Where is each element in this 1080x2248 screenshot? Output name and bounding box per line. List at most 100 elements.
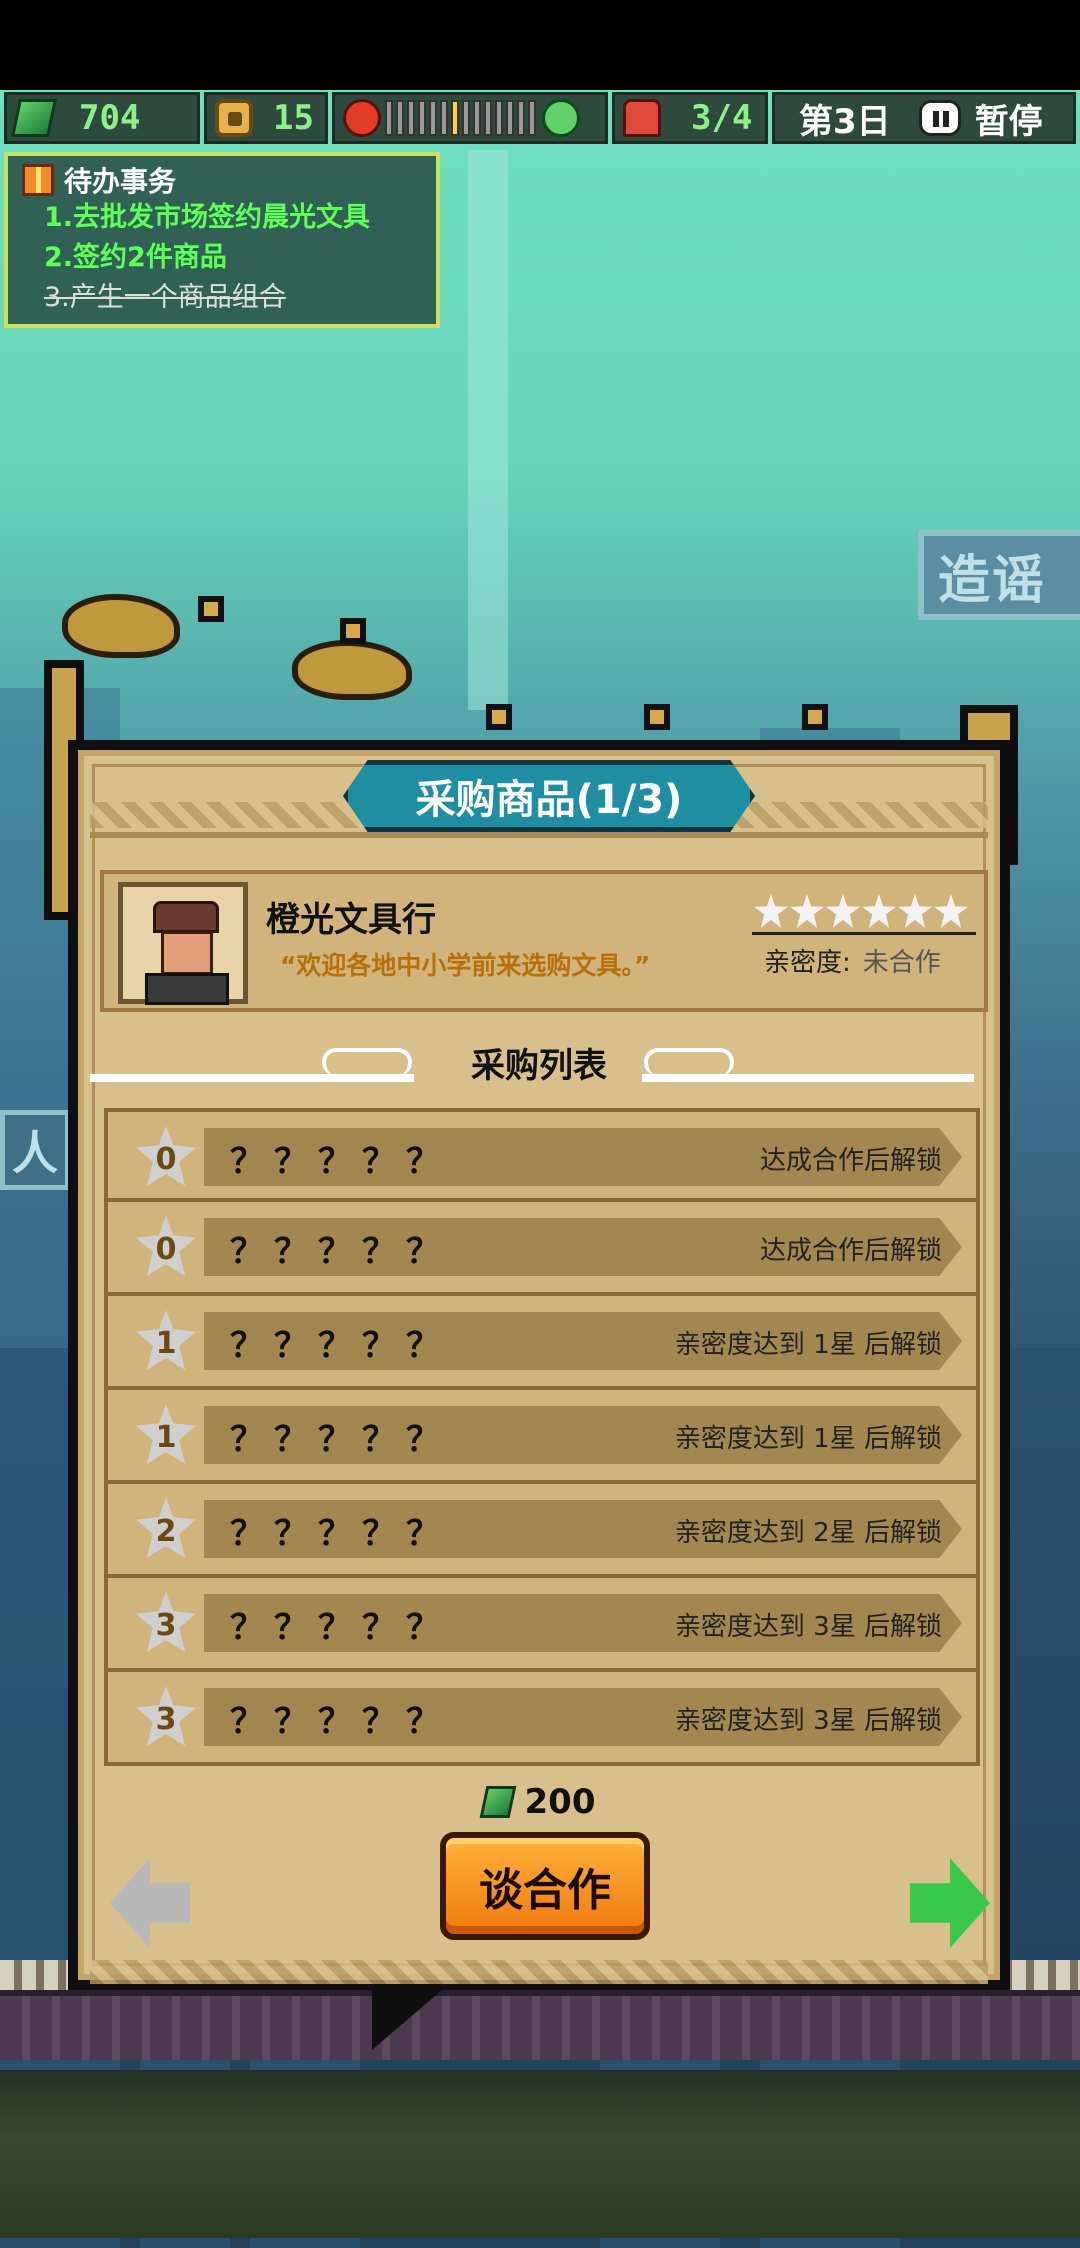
star-icon bbox=[934, 894, 968, 928]
staff-icon bbox=[623, 99, 661, 137]
item-name: ？？？？？ bbox=[230, 1232, 450, 1272]
unlock-condition: 达成合作后解锁 bbox=[759, 1236, 942, 1266]
unlock-condition: 达成合作后解锁 bbox=[759, 1146, 942, 1176]
unlock-condition: 亲密度达到 1星 后解锁 bbox=[674, 1330, 942, 1360]
item-name: ？？？？？ bbox=[230, 1702, 450, 1742]
star-icon bbox=[826, 894, 860, 928]
purchase-row[interactable]: 3 ？？？？？ 亲密度达到 3星 后解锁 bbox=[104, 1578, 980, 1672]
purchase-row[interactable]: 2 ？？？？？ 亲密度达到 2星 后解锁 bbox=[104, 1484, 980, 1578]
background-tower bbox=[468, 150, 508, 710]
vendor-portrait bbox=[118, 882, 248, 1005]
mood-segment bbox=[517, 100, 525, 136]
dialog-title: 采购商品(1/3) bbox=[343, 760, 755, 832]
day-label: 第3日 bbox=[799, 101, 891, 142]
list-title: 采购列表 bbox=[471, 1046, 607, 1086]
item-name: ？？？？？ bbox=[230, 1420, 450, 1460]
gift-icon bbox=[22, 164, 54, 196]
star-level-icon: 0 bbox=[136, 1126, 196, 1186]
ornament-ring bbox=[198, 596, 224, 622]
background-sign-left: 人 bbox=[0, 1110, 70, 1190]
mood-segment bbox=[462, 100, 470, 136]
ornament-ring bbox=[802, 704, 828, 730]
purchase-row[interactable]: 0 ？？？？？ 达成合作后解锁 bbox=[104, 1202, 980, 1296]
unlock-condition: 亲密度达到 1星 后解锁 bbox=[674, 1424, 942, 1454]
star-level-icon: 1 bbox=[136, 1310, 196, 1370]
money-value: 704 bbox=[79, 98, 141, 138]
item-name: ？？？？？ bbox=[230, 1142, 450, 1182]
decor-line bbox=[90, 832, 988, 838]
money-display: 704 bbox=[4, 92, 200, 144]
mood-segment bbox=[418, 100, 426, 136]
staff-count: 3/4 bbox=[691, 98, 753, 138]
todo-item-2: 2.签约2件商品 bbox=[44, 242, 227, 273]
coin-icon bbox=[215, 99, 253, 137]
ornament-ring bbox=[644, 704, 670, 730]
stars-underline bbox=[752, 932, 976, 935]
item-name: ？？？？？ bbox=[230, 1326, 450, 1366]
item-name: ？？？？？ bbox=[230, 1608, 450, 1648]
todo-item-3: 3.产生一个商品组合 bbox=[44, 282, 286, 313]
pause-button[interactable]: 暂停 bbox=[975, 94, 1043, 143]
negotiate-button[interactable]: 谈合作 bbox=[440, 1832, 650, 1940]
purchase-dialog: 采购商品(1/3) 橙光文具行 “欢迎各地中小学前来选购文具。” 亲密度: 未合作… bbox=[68, 740, 1010, 1990]
cash-icon bbox=[10, 99, 58, 137]
mood-segment bbox=[429, 100, 437, 136]
mood-segment bbox=[440, 100, 448, 136]
purchase-list: 0 ？？？？？ 达成合作后解锁 0 ？？？？？ 达成合作后解锁 1 ？？？？？ 亲密度达到 1星… bbox=[104, 1108, 980, 1766]
mood-segment bbox=[528, 100, 536, 136]
cash-icon bbox=[479, 1786, 516, 1818]
purchase-row[interactable]: 1 ？？？？？ 亲密度达到 1星 后解锁 bbox=[104, 1390, 980, 1484]
unlock-condition: 亲密度达到 3星 后解锁 bbox=[674, 1706, 942, 1736]
star-level-icon: 3 bbox=[136, 1686, 196, 1746]
angry-face-icon bbox=[343, 99, 381, 137]
happy-face-icon bbox=[542, 99, 580, 137]
mood-segment bbox=[484, 100, 492, 136]
coin-display: 15 bbox=[204, 92, 328, 144]
pause-icon[interactable] bbox=[918, 100, 961, 136]
mood-segment bbox=[473, 100, 481, 136]
todo-panel[interactable]: 待办事务 1.去批发市场签约晨光文具 2.签约2件商品 3.产生一个商品组合 bbox=[4, 152, 440, 328]
intimacy-value: 未合作 bbox=[862, 948, 941, 978]
staff-display: 3/4 bbox=[612, 92, 768, 144]
item-name: ？？？？？ bbox=[230, 1514, 450, 1554]
ornament-ring bbox=[340, 618, 366, 644]
next-arrow-button[interactable] bbox=[910, 1858, 990, 1948]
portrait-hat bbox=[153, 901, 219, 933]
vendor-name: 橙光文具行 bbox=[266, 900, 436, 940]
list-header: 采购列表 bbox=[78, 1038, 1000, 1088]
mood-segment bbox=[385, 100, 393, 136]
purchase-row[interactable]: 3 ？？？？？ 亲密度达到 3星 后解锁 bbox=[104, 1672, 980, 1766]
purchase-row[interactable]: 0 ？？？？？ 达成合作后解锁 bbox=[104, 1108, 980, 1202]
contract-price: 200 bbox=[78, 1782, 1000, 1822]
star-level-icon: 3 bbox=[136, 1592, 196, 1652]
prev-arrow-button[interactable] bbox=[110, 1858, 190, 1948]
purchase-row[interactable]: 1 ？？？？？ 亲密度达到 1星 后解锁 bbox=[104, 1296, 980, 1390]
vendor-card: 橙光文具行 “欢迎各地中小学前来选购文具。” 亲密度: 未合作 bbox=[100, 870, 988, 1012]
portrait-body bbox=[145, 973, 229, 1005]
water bbox=[0, 2070, 1080, 2238]
todo-item-1: 1.去批发市场签约晨光文具 bbox=[44, 202, 371, 233]
mood-segment bbox=[506, 100, 514, 136]
mood-segment bbox=[396, 100, 404, 136]
mood-segment bbox=[451, 100, 459, 136]
coin-value: 15 bbox=[273, 98, 314, 138]
mood-bar bbox=[385, 100, 536, 136]
intimacy-status: 亲密度: 未合作 bbox=[764, 948, 941, 978]
background-sign: 造谣 bbox=[918, 530, 1080, 620]
unlock-condition: 亲密度达到 2星 后解锁 bbox=[674, 1518, 942, 1548]
star-level-icon: 0 bbox=[136, 1216, 196, 1276]
mood-segment bbox=[407, 100, 415, 136]
unlock-condition: 亲密度达到 3星 后解锁 bbox=[674, 1612, 942, 1642]
status-bar bbox=[0, 0, 1080, 90]
ornament-ring bbox=[486, 704, 512, 730]
star-icon bbox=[754, 894, 788, 928]
mood-meter bbox=[332, 92, 608, 144]
mood-segment bbox=[495, 100, 503, 136]
star-icon bbox=[862, 894, 896, 928]
star-level-icon: 2 bbox=[136, 1498, 196, 1558]
star-level-icon: 1 bbox=[136, 1404, 196, 1464]
portrait-face bbox=[161, 931, 213, 975]
vendor-quote: “欢迎各地中小学前来选购文具。” bbox=[280, 951, 651, 980]
day-display: 第3日 暂停 bbox=[772, 92, 1076, 144]
ground bbox=[0, 1990, 1080, 2060]
